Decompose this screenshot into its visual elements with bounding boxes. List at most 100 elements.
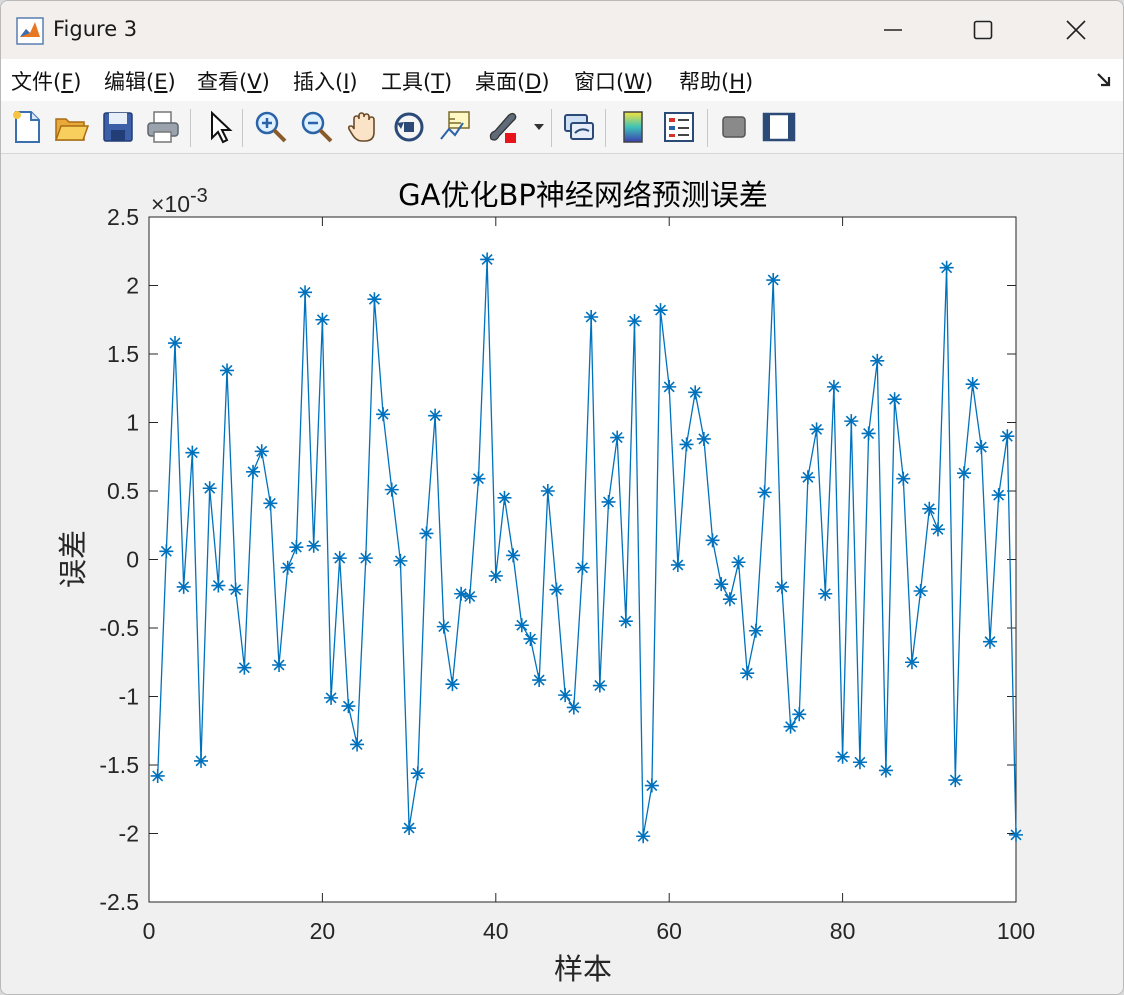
data-point-marker bbox=[991, 488, 1006, 503]
data-point-marker bbox=[159, 544, 174, 559]
brush-icon[interactable] bbox=[485, 109, 521, 145]
minimize-icon bbox=[884, 29, 902, 31]
data-point-marker bbox=[549, 582, 564, 597]
data-point-marker bbox=[506, 548, 521, 563]
y-tick-label: 1.5 bbox=[107, 341, 139, 367]
data-point-marker bbox=[896, 471, 911, 486]
data-point-marker bbox=[861, 426, 876, 441]
data-point-marker bbox=[280, 560, 295, 575]
data-point-marker bbox=[844, 414, 859, 429]
figure-window: Figure 3 文件(F) 编辑(E) 查看(V) 插入(I) 工具(T) 桌… bbox=[0, 0, 1124, 995]
y-tick-label: -2 bbox=[119, 821, 139, 847]
title-bar[interactable]: Figure 3 bbox=[1, 1, 1123, 59]
y-tick-label: 2.5 bbox=[107, 204, 139, 230]
pan-hand-icon[interactable] bbox=[345, 109, 381, 145]
window-title: Figure 3 bbox=[53, 17, 138, 41]
select-arrow-icon[interactable] bbox=[201, 109, 237, 145]
data-point-marker bbox=[202, 481, 217, 496]
data-point-marker bbox=[662, 379, 677, 394]
maximize-button[interactable] bbox=[936, 1, 1030, 59]
y-tick-label: 2 bbox=[126, 273, 139, 299]
data-point-marker bbox=[644, 778, 659, 793]
menu-insert[interactable]: 插入(I) bbox=[293, 66, 358, 96]
chevron-down-icon[interactable] bbox=[533, 122, 545, 132]
data-point-marker bbox=[974, 440, 989, 455]
colorbar-icon[interactable] bbox=[615, 109, 651, 145]
menu-help[interactable]: 帮助(H) bbox=[679, 66, 753, 96]
data-point-marker bbox=[272, 657, 287, 672]
new-figure-icon[interactable] bbox=[9, 109, 45, 145]
data-point-marker bbox=[774, 579, 789, 594]
y-tick-label: -1 bbox=[119, 684, 139, 710]
data-point-marker bbox=[410, 766, 425, 781]
data-point-marker bbox=[835, 749, 850, 764]
data-point-marker bbox=[289, 540, 304, 555]
figure-canvas[interactable]: -2.5 -2 -1.5 -1 -0.5 0 0.5 1 1.5 2 2.5 0 20 40 60 80 10… bbox=[1, 154, 1123, 994]
legend-icon[interactable] bbox=[661, 109, 697, 145]
menu-file[interactable]: 文件(F) bbox=[11, 66, 82, 96]
data-point-marker bbox=[358, 551, 373, 566]
maximize-icon bbox=[973, 20, 993, 40]
menu-bar: 文件(F) 编辑(E) 查看(V) 插入(I) 工具(T) 桌面(D) 窗口(W… bbox=[1, 59, 1123, 101]
data-point-marker bbox=[497, 490, 512, 505]
save-icon[interactable] bbox=[100, 109, 136, 145]
menu-tools[interactable]: 工具(T) bbox=[381, 66, 452, 96]
data-point-marker bbox=[618, 614, 633, 629]
data-point-marker bbox=[523, 631, 538, 646]
data-point-marker bbox=[982, 634, 997, 649]
data-point-marker bbox=[350, 737, 365, 752]
data-point-marker bbox=[766, 273, 781, 288]
data-point-marker bbox=[558, 688, 573, 703]
rotate-3d-icon[interactable] bbox=[391, 109, 427, 145]
open-file-icon[interactable] bbox=[53, 109, 89, 145]
x-axis-label: 样本 bbox=[554, 952, 612, 986]
data-point-marker bbox=[306, 538, 321, 553]
data-point-marker bbox=[566, 700, 581, 715]
data-point-marker bbox=[584, 310, 599, 325]
data-point-marker bbox=[653, 303, 668, 318]
zoom-out-icon[interactable] bbox=[299, 109, 335, 145]
print-icon[interactable] bbox=[145, 109, 181, 145]
data-point-marker bbox=[939, 260, 954, 275]
data-point-marker bbox=[740, 666, 755, 681]
menu-window[interactable]: 窗口(W) bbox=[574, 66, 653, 96]
toolbar-separator bbox=[551, 109, 552, 147]
zoom-in-icon[interactable] bbox=[253, 109, 289, 145]
data-point-marker bbox=[367, 292, 382, 307]
data-point-marker bbox=[488, 568, 503, 583]
data-point-marker bbox=[254, 444, 269, 459]
close-button[interactable] bbox=[1029, 1, 1123, 59]
x-tick-label: 40 bbox=[483, 918, 509, 944]
data-point-marker bbox=[714, 577, 729, 592]
link-plot-icon[interactable] bbox=[561, 109, 597, 145]
menu-desktop[interactable]: 桌面(D) bbox=[475, 66, 550, 96]
data-point-marker bbox=[436, 619, 451, 634]
data-point-marker bbox=[636, 829, 651, 844]
data-point-marker bbox=[393, 553, 408, 568]
data-cursor-icon[interactable] bbox=[437, 109, 473, 145]
hide-plot-tools-icon[interactable] bbox=[716, 109, 752, 145]
menu-edit[interactable]: 编辑(E) bbox=[104, 66, 176, 96]
data-point-marker bbox=[948, 773, 963, 788]
data-point-marker bbox=[826, 379, 841, 394]
data-point-marker bbox=[185, 445, 200, 460]
toolbar-separator bbox=[605, 109, 606, 147]
dock-arrow-icon[interactable] bbox=[1095, 71, 1113, 89]
data-point-marker bbox=[194, 753, 209, 768]
data-point-marker bbox=[1009, 827, 1023, 842]
data-point-marker bbox=[332, 551, 347, 566]
matlab-logo-icon bbox=[16, 17, 44, 45]
y-tick-label: 1 bbox=[126, 410, 139, 436]
x-tick-label: 100 bbox=[997, 918, 1035, 944]
data-point-marker bbox=[878, 763, 893, 778]
minimize-button[interactable] bbox=[846, 1, 940, 59]
show-plot-tools-icon[interactable] bbox=[761, 109, 797, 145]
data-point-marker bbox=[783, 719, 798, 734]
data-point-marker bbox=[402, 821, 417, 836]
data-point-marker bbox=[1000, 429, 1015, 444]
data-point-marker bbox=[818, 586, 833, 601]
data-point-marker bbox=[610, 430, 625, 445]
menu-view[interactable]: 查看(V) bbox=[197, 66, 270, 96]
data-point-marker bbox=[575, 560, 590, 575]
data-point-marker bbox=[532, 673, 547, 688]
